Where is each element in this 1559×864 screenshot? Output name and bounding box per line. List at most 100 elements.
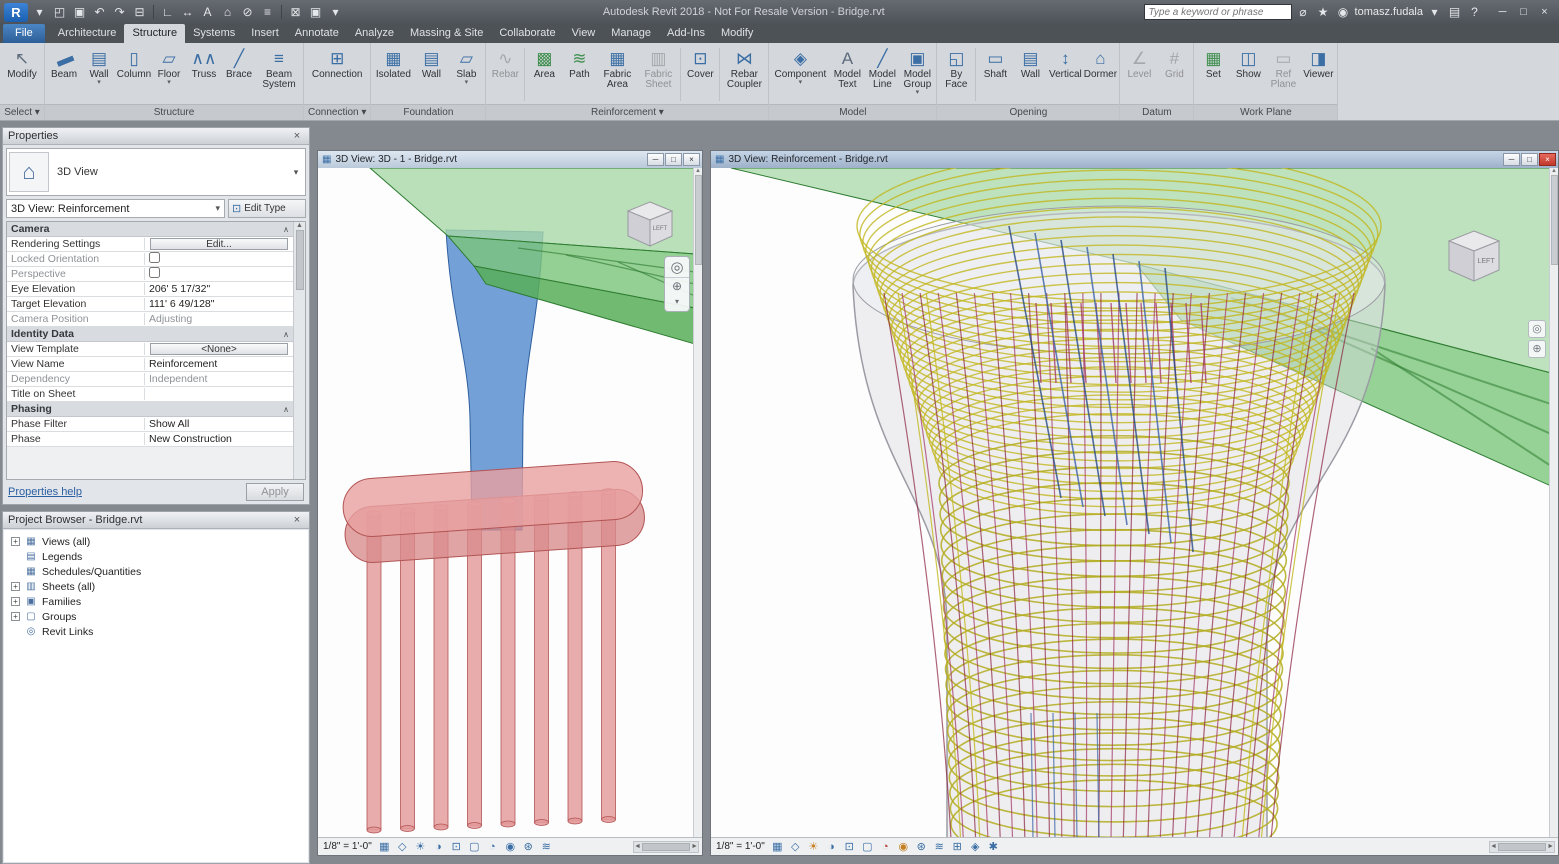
measure-button[interactable]: ∟ [159,3,176,21]
panel-label-connection[interactable]: Connection ▾ [304,104,370,120]
maximize-button[interactable]: □ [1513,4,1534,21]
view-scale[interactable]: 1/8" = 1'-0" [714,841,767,852]
vertical-opening-button[interactable]: ↕ Vertical [1048,45,1082,104]
tree-item-schedules[interactable]: ▦ Schedules/Quantities [6,564,306,579]
phase-value[interactable]: New Construction [145,433,293,445]
scroll-up-icon[interactable]: ▲ [296,222,303,229]
view-template-button[interactable]: <None> [150,343,288,355]
section-phasing[interactable]: Phasing ∧ [7,402,293,417]
crop-view-icon[interactable]: ⊡ [842,840,857,853]
tab-view[interactable]: View [564,24,604,43]
open-button[interactable]: ◰ [51,3,68,21]
beam-system-button[interactable]: ≡ Beam System [257,45,301,104]
collapse-icon[interactable]: ∧ [283,225,289,234]
wall-opening-button[interactable]: ▤ Wall [1013,45,1047,104]
minimize-button[interactable]: ─ [1492,4,1513,21]
panel-label-structure[interactable]: Structure [45,104,303,120]
tab-annotate[interactable]: Annotate [287,24,347,43]
type-selector[interactable]: ⌂ 3D View ▾ [6,148,306,196]
floor-dropdown-icon[interactable]: ▾ [167,80,171,86]
favorites-icon[interactable]: ★ [1315,3,1332,21]
panel-label-foundation[interactable]: Foundation [371,104,485,120]
connection-button[interactable]: ⊞ Connection [311,45,363,104]
shadows-icon[interactable]: ◑ [824,841,839,853]
tab-manage[interactable]: Manage [603,24,659,43]
perspective-checkbox[interactable] [149,267,160,278]
slab-button[interactable]: ▱ Slab ▾ [449,45,483,104]
truss-button[interactable]: ∧∧ Truss [187,45,221,104]
by-face-button[interactable]: ◱ By Face [939,45,973,104]
set-button[interactable]: ▦ Set [1196,45,1230,104]
scroll-right-icon[interactable]: ► [1547,843,1554,850]
expand-icon[interactable]: + [11,597,20,606]
properties-scrollbar[interactable]: ▲ [293,222,305,479]
navigation-bar-mini[interactable]: ◎ ⊕ [1528,320,1546,358]
scroll-left-icon[interactable]: ◄ [1490,843,1497,850]
shadows-icon[interactable]: ◑ [431,841,446,853]
crop-region-icon[interactable]: ▢ [860,840,875,853]
view-horizontal-scrollbar[interactable]: ◄ ► [633,841,699,853]
steering-wheel-icon[interactable]: ◎ [670,260,683,275]
edit-type-button[interactable]: ⊡ Edit Type [228,199,306,218]
tab-systems[interactable]: Systems [185,24,243,43]
scroll-thumb[interactable] [695,175,702,265]
tree-item-families[interactable]: + ▣ Families [6,594,306,609]
scroll-up-icon[interactable]: ▲ [1551,168,1557,174]
reveal-hidden-icon[interactable]: ◉ [896,840,911,853]
switch-windows-button[interactable]: ▣ [307,3,324,21]
scroll-thumb[interactable] [1551,175,1558,265]
tab-collaborate[interactable]: Collaborate [491,24,563,43]
dormer-button[interactable]: ⌂ Dormer [1083,45,1117,104]
show-button[interactable]: ◫ Show [1231,45,1265,104]
undo-button[interactable]: ↶ [91,3,108,21]
aligned-dimension-button[interactable]: ↔ [179,3,196,21]
temporary-hide-icon[interactable]: ◔ [878,841,893,853]
panel-label-model[interactable]: Model [769,104,936,120]
project-browser-close-icon[interactable]: × [290,514,304,526]
view-title-bar[interactable]: ▦ 3D View: 3D - 1 - Bridge.rvt ─ □ × [318,151,702,168]
view-vertical-scrollbar[interactable]: ▲ [1549,168,1558,837]
tab-add-ins[interactable]: Add-Ins [659,24,713,43]
eye-elevation-value[interactable]: 206' 5 17/32" [145,283,293,295]
scroll-left-icon[interactable]: ◄ [634,843,641,850]
beam-button[interactable]: ▬ Beam [47,45,81,104]
lock-view-icon[interactable]: ⊛ [521,840,536,853]
model-line-button[interactable]: ╱ Model Line [865,45,899,104]
floor-button[interactable]: ▱ Floor ▾ [152,45,186,104]
panel-label-datum[interactable]: Datum [1120,104,1193,120]
crop-region-icon[interactable]: ▢ [467,840,482,853]
app-menu-arrow-icon[interactable]: ▾ [31,3,48,21]
modify-button[interactable]: ↖ Modify [2,45,42,104]
component-button[interactable]: ◈ Component ▾ [771,45,829,104]
scroll-thumb[interactable] [642,843,690,851]
model-group-dropdown-icon[interactable]: ▾ [916,90,920,96]
close-button[interactable]: × [1534,4,1555,21]
slab-dropdown-icon[interactable]: ▾ [465,80,469,86]
apply-button[interactable]: Apply [246,483,304,501]
column-button[interactable]: ▯ Column [117,45,151,104]
default-3d-view-button[interactable]: ⌂ [219,3,236,21]
zoom-icon[interactable]: ⊕ [665,277,689,292]
tab-insert[interactable]: Insert [243,24,287,43]
collapse-icon[interactable]: ∧ [283,330,289,339]
help-icon[interactable]: ? [1466,3,1483,21]
section-button[interactable]: ⊘ [239,3,256,21]
panel-label-select[interactable]: Select ▾ [0,104,44,120]
locked-orientation-checkbox[interactable] [149,252,160,263]
print-button[interactable]: ⊟ [131,3,148,21]
view-close-button[interactable]: × [683,153,700,166]
view-scale[interactable]: 1/8" = 1'-0" [321,841,374,852]
search-icon[interactable]: ⌀ [1295,3,1312,21]
crop-view-icon[interactable]: ⊡ [449,840,464,853]
account-menu[interactable]: ◉ tomasz.fudala ▾ [1335,3,1443,21]
expand-icon[interactable]: + [11,537,20,546]
panel-label-reinforcement[interactable]: Reinforcement ▾ [486,104,768,120]
scroll-thumb[interactable] [296,230,304,290]
sun-path-icon[interactable]: ☀ [806,840,821,853]
cover-button[interactable]: ⊡ Cover [683,45,717,104]
area-button[interactable]: ▩ Area [527,45,561,104]
expand-icon[interactable]: + [11,612,20,621]
tree-item-sheets[interactable]: + ▥ Sheets (all) [6,579,306,594]
constraints-icon[interactable]: ≋ [539,840,554,853]
model-group-button[interactable]: ▣ Model Group ▾ [900,45,934,104]
